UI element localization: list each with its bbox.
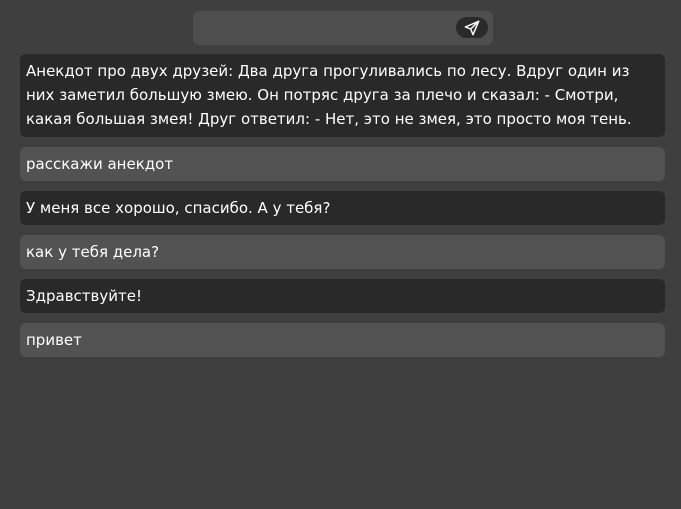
- message-input-bar: [193, 11, 493, 45]
- message-text: Здравствуйте!: [26, 287, 142, 305]
- bot-message: Анекдот про двух друзей: Два друга прогу…: [20, 54, 665, 137]
- send-button[interactable]: [456, 17, 488, 38]
- message-text: У меня все хорошо, спасибо. А у тебя?: [26, 199, 331, 217]
- user-message: привет: [20, 323, 665, 357]
- message-text: как у тебя дела?: [26, 243, 160, 261]
- message-text: привет: [26, 331, 82, 349]
- bot-message: Здравствуйте!: [20, 279, 665, 313]
- message-text: расскажи анекдот: [26, 155, 174, 173]
- message-input[interactable]: [199, 15, 455, 43]
- message-text: Анекдот про двух друзей: Два друга прогу…: [26, 62, 632, 128]
- bot-message: У меня все хорошо, спасибо. А у тебя?: [20, 191, 665, 225]
- paper-plane-icon: [464, 20, 480, 35]
- user-message: как у тебя дела?: [20, 235, 665, 269]
- message-list: Анекдот про двух друзей: Два друга прогу…: [20, 54, 665, 367]
- user-message: расскажи анекдот: [20, 147, 665, 181]
